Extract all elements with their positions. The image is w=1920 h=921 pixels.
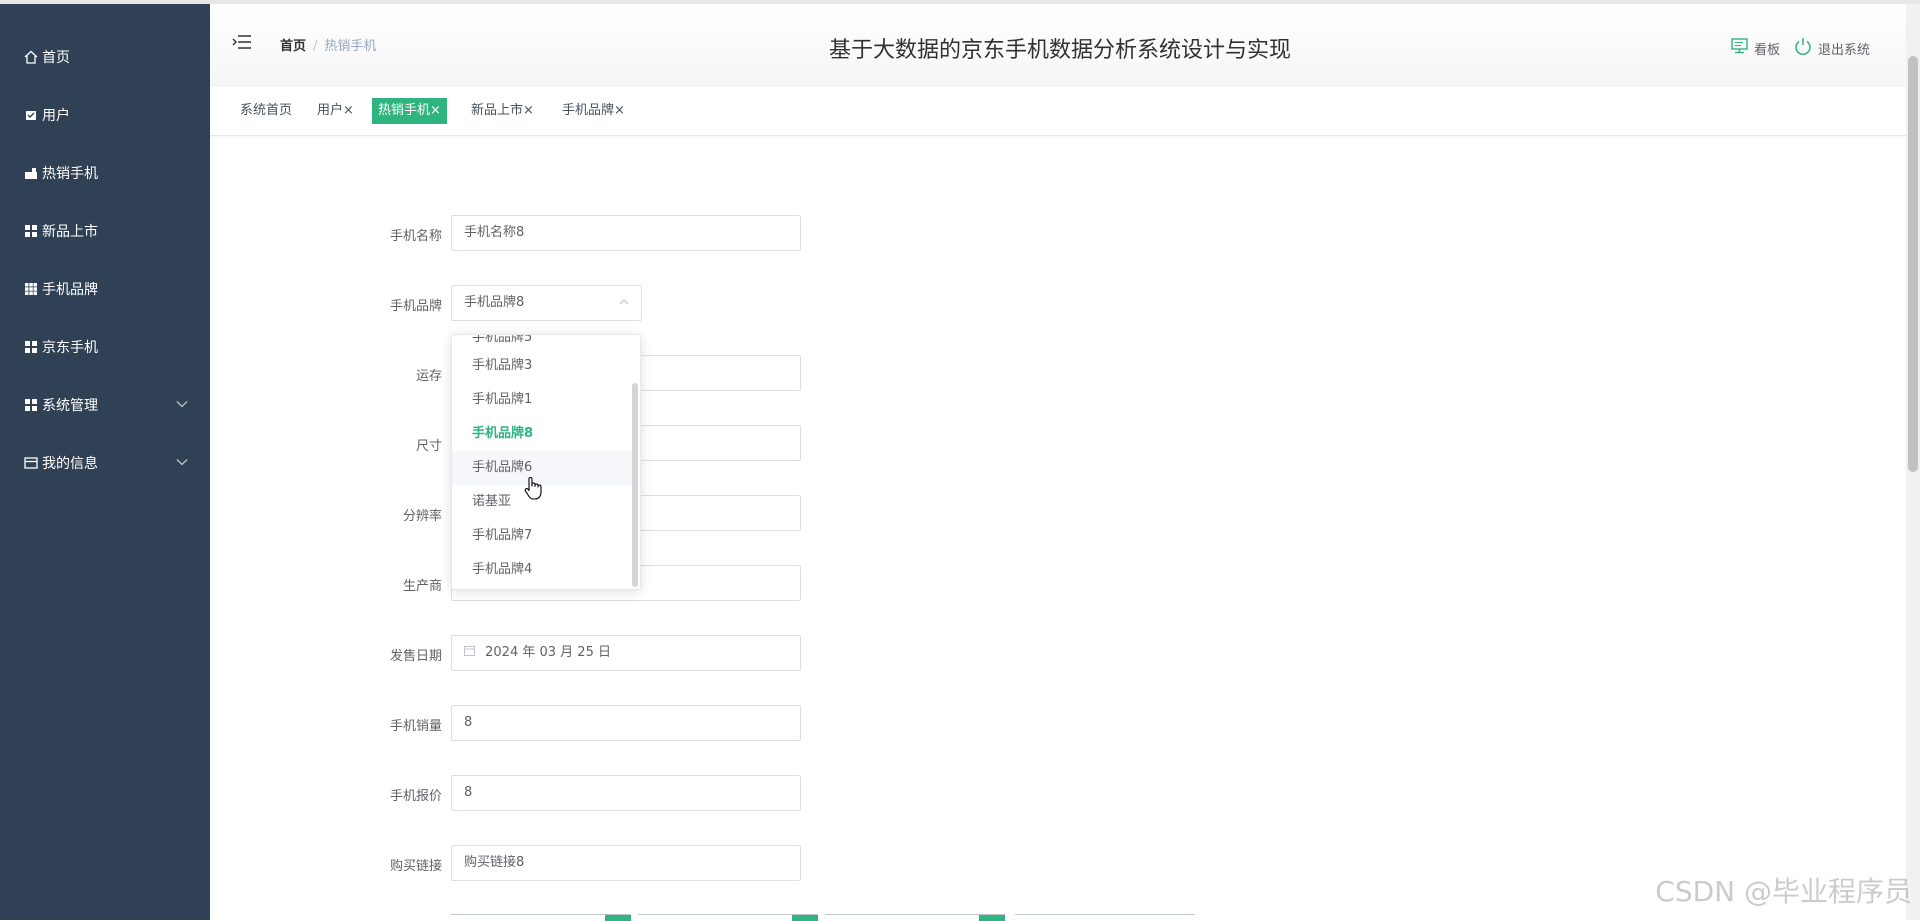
field-label: 手机报价 — [210, 785, 440, 804]
tags-view: 系统首页 用户× 热销手机× 新品上市× 手机品牌× — [210, 86, 1910, 136]
watermark: CSDN @毕业程序员 — [1655, 870, 1912, 910]
page-scrollbar-thumb[interactable] — [1908, 56, 1918, 472]
sidebar-item-user[interactable]: 用户 — [0, 86, 210, 144]
dropdown-option[interactable]: 手机品牌3 — [452, 349, 634, 383]
form-row-link: 购买链接 购买链接8 — [210, 845, 1110, 881]
header-actions: 看板 退出系统 — [1731, 37, 1870, 59]
grid-icon — [24, 340, 38, 354]
price-input[interactable]: 8 — [451, 775, 801, 811]
sidebar-item-home[interactable]: 首页 — [0, 28, 210, 86]
logout-link[interactable]: 退出系统 — [1818, 39, 1870, 58]
chevron-down-icon — [176, 457, 188, 470]
dropdown-scrollbar[interactable] — [632, 383, 638, 587]
hand-cursor-icon — [524, 476, 542, 500]
field-label: 生产商 — [210, 575, 440, 594]
sidebar-item-label: 系统管理 — [42, 395, 98, 415]
form-row-name: 手机名称 手机名称8 — [210, 215, 1110, 251]
upload-thumbnail[interactable] — [825, 914, 1005, 920]
sidebar-item-new-arrivals[interactable]: 新品上市 — [0, 202, 210, 260]
field-label: 手机名称 — [210, 225, 440, 244]
field-label: 尺寸 — [210, 435, 440, 454]
upload-thumbnail[interactable] — [638, 914, 818, 920]
brand-select[interactable]: 手机品牌8 — [451, 285, 642, 321]
form-row-size: 尺寸 — [210, 425, 1110, 461]
purchase-link-input[interactable]: 购买链接8 — [451, 845, 801, 881]
sidebar-item-label: 手机品牌 — [42, 279, 98, 299]
upload-thumbnail[interactable] — [451, 914, 631, 920]
form-row-ram: 运存 — [210, 355, 1110, 391]
form-row-sales: 手机销量 8 — [210, 705, 1110, 741]
sidebar-item-hot-phones[interactable]: 热销手机 — [0, 144, 210, 202]
dashboard-link[interactable]: 看板 — [1754, 39, 1780, 58]
field-label: 分辨率 — [210, 505, 440, 524]
grid-icon — [24, 224, 38, 238]
grid-icon — [24, 398, 38, 412]
chevron-down-icon — [176, 399, 188, 412]
user-icon — [24, 108, 38, 122]
tab-new-arrivals[interactable]: 新品上市× — [465, 98, 540, 124]
sidebar-item-my-info[interactable]: 我的信息 — [0, 434, 210, 492]
page-scrollbar[interactable] — [1906, 4, 1920, 920]
phone-icon — [24, 166, 38, 180]
tab-brands[interactable]: 手机品牌× — [556, 98, 631, 124]
page-title: 基于大数据的京东手机数据分析系统设计与实现 — [210, 32, 1910, 64]
field-label: 手机销量 — [210, 715, 440, 734]
sidebar-item-label: 首页 — [42, 47, 70, 67]
release-date-picker[interactable]: 2024 年 03 月 25 日 — [451, 635, 801, 671]
form-row-price: 手机报价 8 — [210, 775, 1110, 811]
dropdown-option[interactable]: 手机品牌4 — [452, 553, 634, 587]
sidebar-item-label: 新品上市 — [42, 221, 98, 241]
header: 首页/热销手机 基于大数据的京东手机数据分析系统设计与实现 看板 退出系统 — [210, 4, 1910, 86]
sidebar: 首页 用户 热销手机 新品上市 手机品牌 京东手机 系统管理 — [0, 4, 210, 920]
form-row-brand: 手机品牌 手机品牌8 — [210, 285, 1110, 321]
sidebar-item-system[interactable]: 系统管理 — [0, 376, 210, 434]
calendar-icon — [464, 645, 479, 660]
sales-input[interactable]: 8 — [451, 705, 801, 741]
thumbnail-badge — [979, 915, 1005, 921]
tab-user[interactable]: 用户× — [311, 98, 360, 124]
upload-slot[interactable] — [1015, 914, 1195, 920]
chevron-up-icon — [619, 286, 629, 320]
sidebar-item-label: 热销手机 — [42, 163, 98, 183]
tab-system-home[interactable]: 系统首页 — [234, 98, 298, 124]
monitor-icon[interactable] — [1731, 38, 1748, 58]
dropdown-option[interactable]: 诺基亚 — [452, 485, 634, 519]
form-row-maker: 生产商 — [210, 565, 1110, 601]
brand-dropdown: 手机品牌5 手机品牌3 手机品牌1 手机品牌8 手机品牌6 诺基亚 手机品牌7 … — [451, 334, 641, 590]
form-row-resolution: 分辨率 — [210, 495, 1110, 531]
power-icon[interactable] — [1794, 37, 1812, 59]
dropdown-option-selected[interactable]: 手机品牌8 — [452, 417, 634, 451]
sidebar-item-label: 我的信息 — [42, 453, 98, 473]
field-label: 发售日期 — [210, 645, 440, 664]
card-icon — [24, 456, 38, 470]
dropdown-option[interactable]: 手机品牌7 — [452, 519, 634, 553]
home-icon — [24, 50, 38, 64]
tab-hot-phones[interactable]: 热销手机× — [372, 98, 447, 124]
sidebar-item-label: 京东手机 — [42, 337, 98, 357]
release-date-value: 2024 年 03 月 25 日 — [485, 645, 611, 660]
sidebar-item-jd-phones[interactable]: 京东手机 — [0, 318, 210, 376]
table-icon — [24, 282, 38, 296]
phone-name-input[interactable]: 手机名称8 — [451, 215, 801, 251]
form-row-date: 发售日期 2024 年 03 月 25 日 — [210, 635, 1110, 671]
brand-select-value: 手机品牌8 — [464, 286, 524, 320]
sidebar-item-label: 用户 — [42, 105, 70, 125]
field-label: 手机品牌 — [210, 295, 440, 314]
sidebar-item-brands[interactable]: 手机品牌 — [0, 260, 210, 318]
dropdown-option-hovered[interactable]: 手机品牌6 — [452, 451, 634, 485]
field-label: 购买链接 — [210, 855, 440, 874]
thumbnail-badge — [605, 915, 631, 921]
thumbnail-badge — [792, 915, 818, 921]
dropdown-option[interactable]: 手机品牌1 — [452, 383, 634, 417]
field-label: 运存 — [210, 365, 440, 384]
